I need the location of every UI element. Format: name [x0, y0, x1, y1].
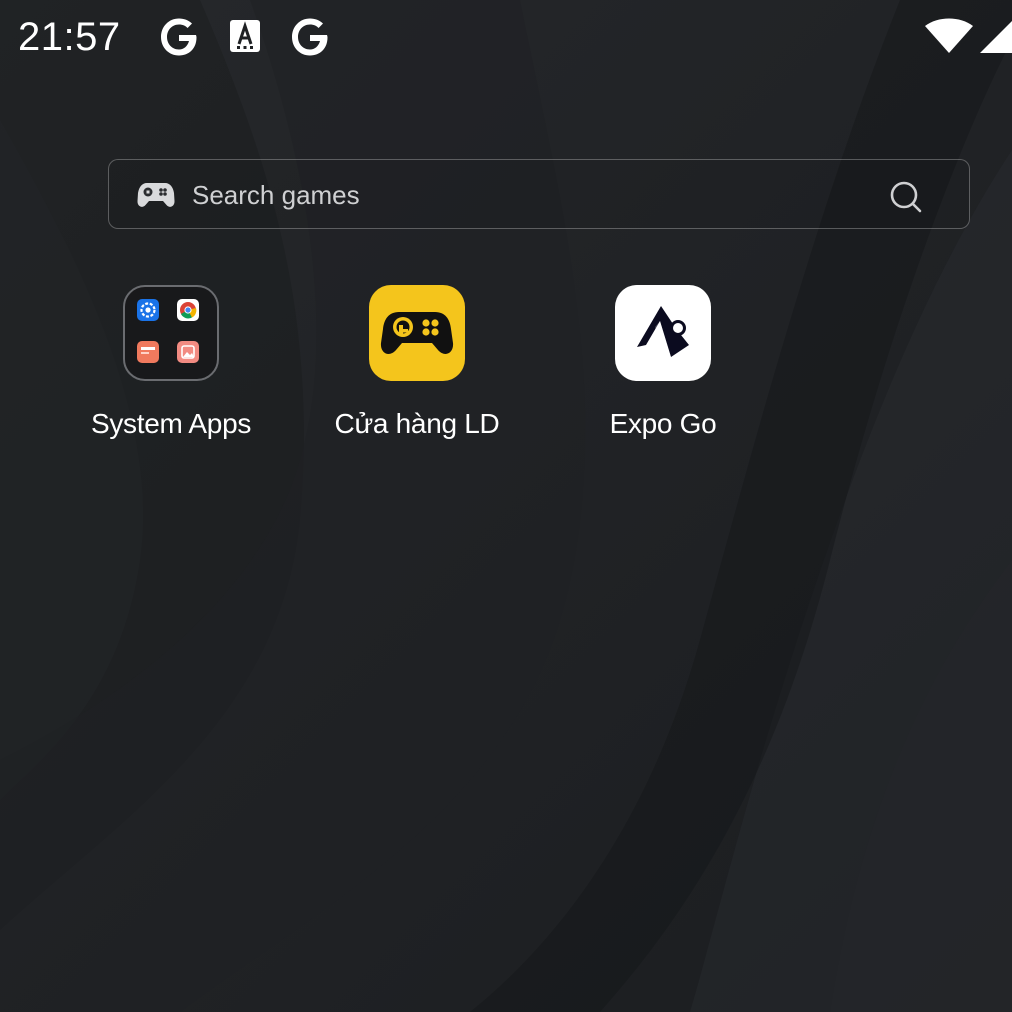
expo-go-icon[interactable] [615, 285, 711, 381]
wifi-icon [924, 18, 974, 59]
file-manager-icon [137, 341, 159, 363]
folder-icon[interactable] [123, 285, 219, 381]
gamepad-icon [137, 181, 175, 214]
search-input[interactable]: Search games [192, 179, 360, 211]
keyboard-a-icon [228, 15, 262, 62]
cell-signal-icon [978, 18, 1012, 59]
status-time: 21:57 [18, 15, 121, 59]
google-icon [158, 15, 200, 64]
app-label: Expo Go [609, 408, 717, 439]
status-bar: 21:57 [0, 0, 1012, 76]
home-screen: 21:57 Search games System Apps Cửa hàng … [0, 0, 1012, 1012]
app-label: Cửa hàng LD [334, 408, 500, 439]
ld-store-icon[interactable] [369, 285, 465, 381]
settings-icon [137, 299, 159, 321]
app-expo-go[interactable]: Expo Go [543, 285, 773, 455]
search-icon[interactable] [889, 180, 923, 219]
app-label: System Apps [90, 408, 252, 439]
google-icon [289, 15, 331, 64]
app-system-apps[interactable]: System Apps [51, 285, 281, 455]
chrome-icon [177, 299, 199, 321]
search-bar[interactable]: Search games [108, 159, 970, 229]
gallery-icon [177, 341, 199, 363]
wallpaper [0, 0, 1012, 1012]
app-ld-store[interactable]: Cửa hàng LD [297, 285, 527, 455]
